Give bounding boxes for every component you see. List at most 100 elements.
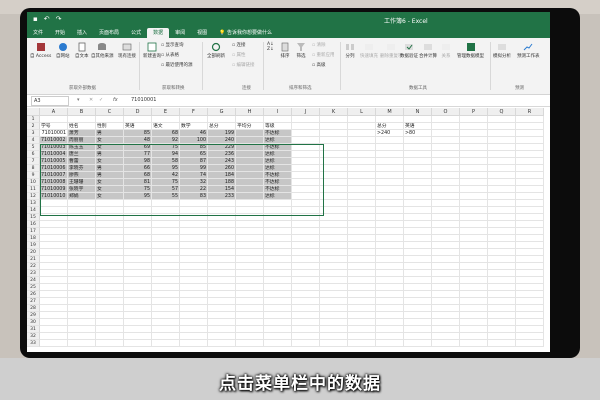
cell-h4[interactable] xyxy=(236,137,264,144)
cell-f20[interactable] xyxy=(180,249,208,256)
cell-e24[interactable] xyxy=(152,277,180,284)
cell-o13[interactable] xyxy=(432,200,460,207)
cell-a1[interactable] xyxy=(40,116,68,123)
cell-k4[interactable] xyxy=(320,137,348,144)
cell-r11[interactable] xyxy=(516,186,544,193)
cell-a24[interactable] xyxy=(40,277,68,284)
cell-q1[interactable] xyxy=(488,116,516,123)
row-header[interactable]: 18 xyxy=(27,235,40,242)
cell-g3[interactable]: 199 xyxy=(208,130,236,137)
cell-g10[interactable]: 188 xyxy=(208,179,236,186)
cell-e28[interactable] xyxy=(152,305,180,312)
cell-d29[interactable] xyxy=(124,312,152,319)
cell-a29[interactable] xyxy=(40,312,68,319)
save-icon[interactable]: ▪ xyxy=(33,15,38,23)
column-header-r[interactable]: R xyxy=(516,108,544,116)
cell-n8[interactable] xyxy=(404,165,432,172)
cell-f32[interactable] xyxy=(180,333,208,340)
cell-m20[interactable] xyxy=(376,249,404,256)
cell-j18[interactable] xyxy=(292,235,320,242)
cell-f30[interactable] xyxy=(180,319,208,326)
cell-r14[interactable] xyxy=(516,207,544,214)
column-header-a[interactable]: A xyxy=(40,108,68,116)
cell-k30[interactable] xyxy=(320,319,348,326)
cell-d12[interactable]: 95 xyxy=(124,193,152,200)
cell-h16[interactable] xyxy=(236,221,264,228)
cell-o18[interactable] xyxy=(432,235,460,242)
cell-l6[interactable] xyxy=(348,151,376,158)
cell-a14[interactable] xyxy=(40,207,68,214)
cell-d6[interactable]: 77 xyxy=(124,151,152,158)
cell-a15[interactable] xyxy=(40,214,68,221)
cell-f26[interactable] xyxy=(180,291,208,298)
cell-i29[interactable] xyxy=(264,312,292,319)
cell-p18[interactable] xyxy=(460,235,488,242)
tab-file[interactable]: 文件 xyxy=(27,28,49,38)
cell-e17[interactable] xyxy=(152,228,180,235)
cell-a27[interactable] xyxy=(40,298,68,305)
cell-g1[interactable] xyxy=(208,116,236,123)
cell-j9[interactable] xyxy=(292,172,320,179)
cell-d13[interactable] xyxy=(124,200,152,207)
cell-j3[interactable] xyxy=(292,130,320,137)
row-header[interactable]: 5 xyxy=(27,144,40,151)
cell-l16[interactable] xyxy=(348,221,376,228)
cell-j20[interactable] xyxy=(292,249,320,256)
cell-l1[interactable] xyxy=(348,116,376,123)
enter-icon[interactable]: ✓ xyxy=(99,97,103,103)
cell-n32[interactable] xyxy=(404,333,432,340)
cell-i5[interactable]: 不达标 xyxy=(264,144,292,151)
cell-o2[interactable] xyxy=(432,123,460,130)
cell-f12[interactable]: 83 xyxy=(180,193,208,200)
cell-m32[interactable] xyxy=(376,333,404,340)
cell-r8[interactable] xyxy=(516,165,544,172)
cell-a30[interactable] xyxy=(40,319,68,326)
cell-r16[interactable] xyxy=(516,221,544,228)
cell-e20[interactable] xyxy=(152,249,180,256)
cell-b16[interactable] xyxy=(68,221,96,228)
cell-f27[interactable] xyxy=(180,298,208,305)
cell-b10[interactable]: 王珊珊 xyxy=(68,179,96,186)
row-header[interactable]: 7 xyxy=(27,158,40,165)
cell-f18[interactable] xyxy=(180,235,208,242)
filter-button[interactable]: 筛选 xyxy=(296,42,306,59)
cell-j7[interactable] xyxy=(292,158,320,165)
cell-k11[interactable] xyxy=(320,186,348,193)
cell-c29[interactable] xyxy=(96,312,124,319)
cell-f19[interactable] xyxy=(180,242,208,249)
cell-q31[interactable] xyxy=(488,326,516,333)
cell-p13[interactable] xyxy=(460,200,488,207)
cell-h31[interactable] xyxy=(236,326,264,333)
cell-r27[interactable] xyxy=(516,298,544,305)
cell-f4[interactable]: 100 xyxy=(180,137,208,144)
row-header[interactable]: 32 xyxy=(27,333,40,340)
tab-page-layout[interactable]: 页面布局 xyxy=(93,28,125,38)
cell-q3[interactable] xyxy=(488,130,516,137)
cell-p31[interactable] xyxy=(460,326,488,333)
cell-n16[interactable] xyxy=(404,221,432,228)
cell-m21[interactable] xyxy=(376,256,404,263)
cell-m18[interactable] xyxy=(376,235,404,242)
column-header-l[interactable]: L xyxy=(348,108,376,116)
cell-c26[interactable] xyxy=(96,291,124,298)
cell-a16[interactable] xyxy=(40,221,68,228)
row-header[interactable]: 28 xyxy=(27,305,40,312)
cell-b15[interactable] xyxy=(68,214,96,221)
refresh-all-button[interactable]: 全部刷新 xyxy=(207,42,225,59)
cell-o24[interactable] xyxy=(432,277,460,284)
row-header[interactable]: 20 xyxy=(27,249,40,256)
cell-c32[interactable] xyxy=(96,333,124,340)
cell-p1[interactable] xyxy=(460,116,488,123)
cell-r24[interactable] xyxy=(516,277,544,284)
cell-q12[interactable] xyxy=(488,193,516,200)
cell-i2[interactable]: 等级 xyxy=(264,123,292,130)
cell-b3[interactable]: 萧芳 xyxy=(68,130,96,137)
cell-h29[interactable] xyxy=(236,312,264,319)
cell-k26[interactable] xyxy=(320,291,348,298)
cell-a32[interactable] xyxy=(40,333,68,340)
cell-d4[interactable]: 48 xyxy=(124,137,152,144)
cell-q17[interactable] xyxy=(488,228,516,235)
column-header-p[interactable]: P xyxy=(460,108,488,116)
existing-connections-button[interactable]: 现有连接 xyxy=(118,42,136,59)
cell-q23[interactable] xyxy=(488,270,516,277)
